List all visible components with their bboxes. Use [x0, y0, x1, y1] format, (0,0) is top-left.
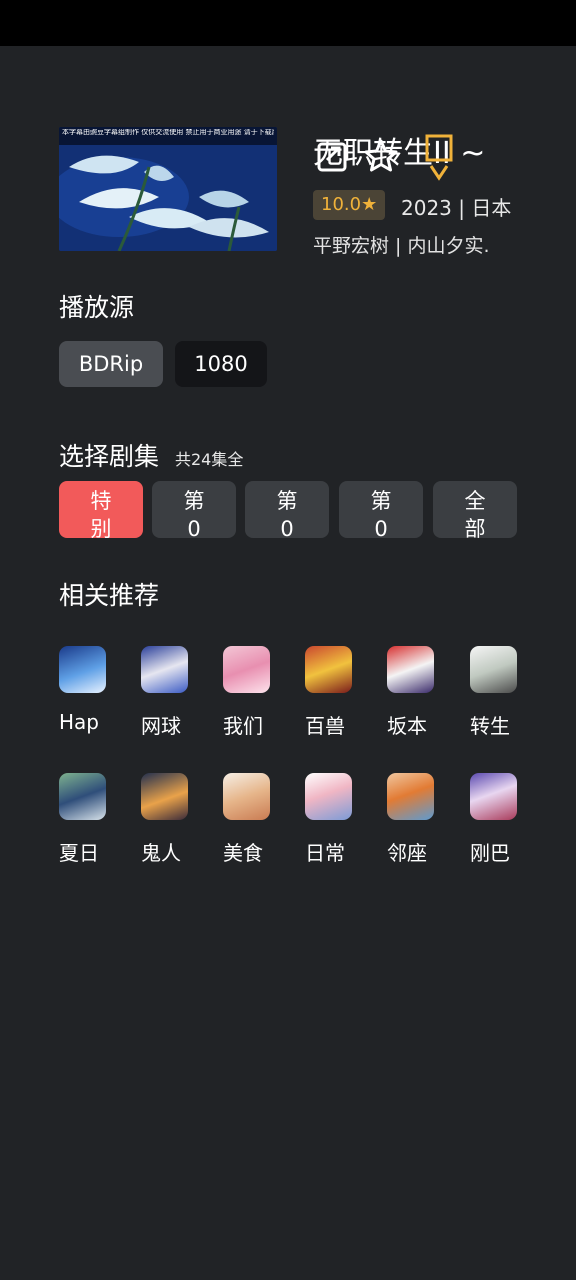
recommend-label: 鬼人 [141, 841, 181, 865]
episode-button-03[interactable]: 第03 [339, 481, 423, 538]
recommend-item-women[interactable]: 我们 [223, 646, 287, 739]
recommend-item-gangba[interactable]: 刚巴 [470, 773, 534, 866]
episode-button-special[interactable]: 特别 [59, 481, 143, 538]
recommend-thumbnail [141, 646, 188, 693]
rating-badge: 10.0★ [313, 190, 386, 220]
recommend-thumbnail [59, 773, 106, 820]
year-country: 2023 | 日本 [401, 196, 512, 220]
recommend-item-tennis[interactable]: 网球 [141, 646, 205, 739]
share-icon[interactable] [313, 136, 353, 176]
staff-credits: 平野宏树 | 内山夕实. [313, 235, 490, 257]
episode-label: 全部 [464, 489, 486, 538]
recommend-item-neighbor[interactable]: 邻座 [387, 773, 451, 866]
recommend-label: 夏日 [59, 841, 99, 865]
anime-info: 无职转生II ~ 10.0★ 2023 | 日本 平野宏树 | 内山夕实. [313, 128, 553, 258]
episode-label: 第02 [276, 489, 298, 538]
recommend-thumbnail [59, 646, 106, 693]
episode-label: 第03 [370, 489, 392, 538]
recommend-thumbnail [305, 646, 352, 693]
poster-image[interactable]: 本字幕由豌豆字幕组制作 仅供交流使用 禁止用于商业用途 请于下载后24小时内删除 [59, 127, 277, 251]
recommend-label: 日常 [305, 841, 345, 865]
recommend-label: 刚巴 [470, 841, 510, 865]
episode-button-02[interactable]: 第02 [245, 481, 329, 538]
source-section-title: 播放源 [59, 293, 135, 322]
recommend-thumbnail [387, 773, 434, 820]
episode-label: 第01 [183, 489, 205, 538]
lily-illustration [59, 127, 277, 251]
favorite-star-icon[interactable] [361, 136, 401, 176]
recommend-item-gourmet[interactable]: 美食 [223, 773, 287, 866]
recommend-label: Hap [59, 710, 99, 734]
episode-button-01[interactable]: 第01 [152, 481, 236, 538]
recommend-label: 邻座 [387, 841, 427, 865]
source-chip-1080[interactable]: 1080 [175, 341, 267, 387]
recommend-label: 转生 [470, 714, 510, 738]
recommend-thumbnail [223, 773, 270, 820]
source-chip-bdrip[interactable]: BDRip [59, 341, 163, 387]
recommend-thumbnail [223, 646, 270, 693]
recommend-item-sakamoto[interactable]: 坂本 [387, 646, 451, 739]
recommend-item-tensei[interactable]: 转生 [470, 646, 534, 739]
recommend-thumbnail [305, 773, 352, 820]
episodes-section-title: 选择剧集 [59, 442, 160, 471]
recommend-item-beasts[interactable]: 百兽 [305, 646, 369, 739]
recommend-item-summer[interactable]: 夏日 [59, 773, 123, 866]
episode-button-all[interactable]: 全部 [433, 481, 517, 538]
recommend-section-title: 相关推荐 [59, 581, 160, 610]
recommend-label: 美食 [223, 841, 263, 865]
poster-caption: 本字幕由豌豆字幕组制作 仅供交流使用 禁止用于商业用途 请于下载后24小时内删除 [62, 129, 274, 136]
recommend-label: 坂本 [387, 714, 427, 738]
recommend-item-oni[interactable]: 鬼人 [141, 773, 205, 866]
recommend-item-hap[interactable]: Hap [59, 646, 123, 734]
recommend-thumbnail [470, 646, 517, 693]
recommend-thumbnail [470, 773, 517, 820]
header-actions [313, 128, 513, 198]
recommend-label: 网球 [141, 714, 181, 738]
download-icon[interactable] [419, 134, 459, 181]
episode-label: 特别 [90, 489, 112, 538]
recommend-thumbnail [141, 773, 188, 820]
recommend-label: 我们 [223, 714, 263, 738]
episode-count: 共24集全 [175, 450, 244, 469]
recommend-label: 百兽 [305, 714, 345, 738]
status-bar [0, 0, 576, 46]
recommend-thumbnail [387, 646, 434, 693]
recommend-item-daily[interactable]: 日常 [305, 773, 369, 866]
